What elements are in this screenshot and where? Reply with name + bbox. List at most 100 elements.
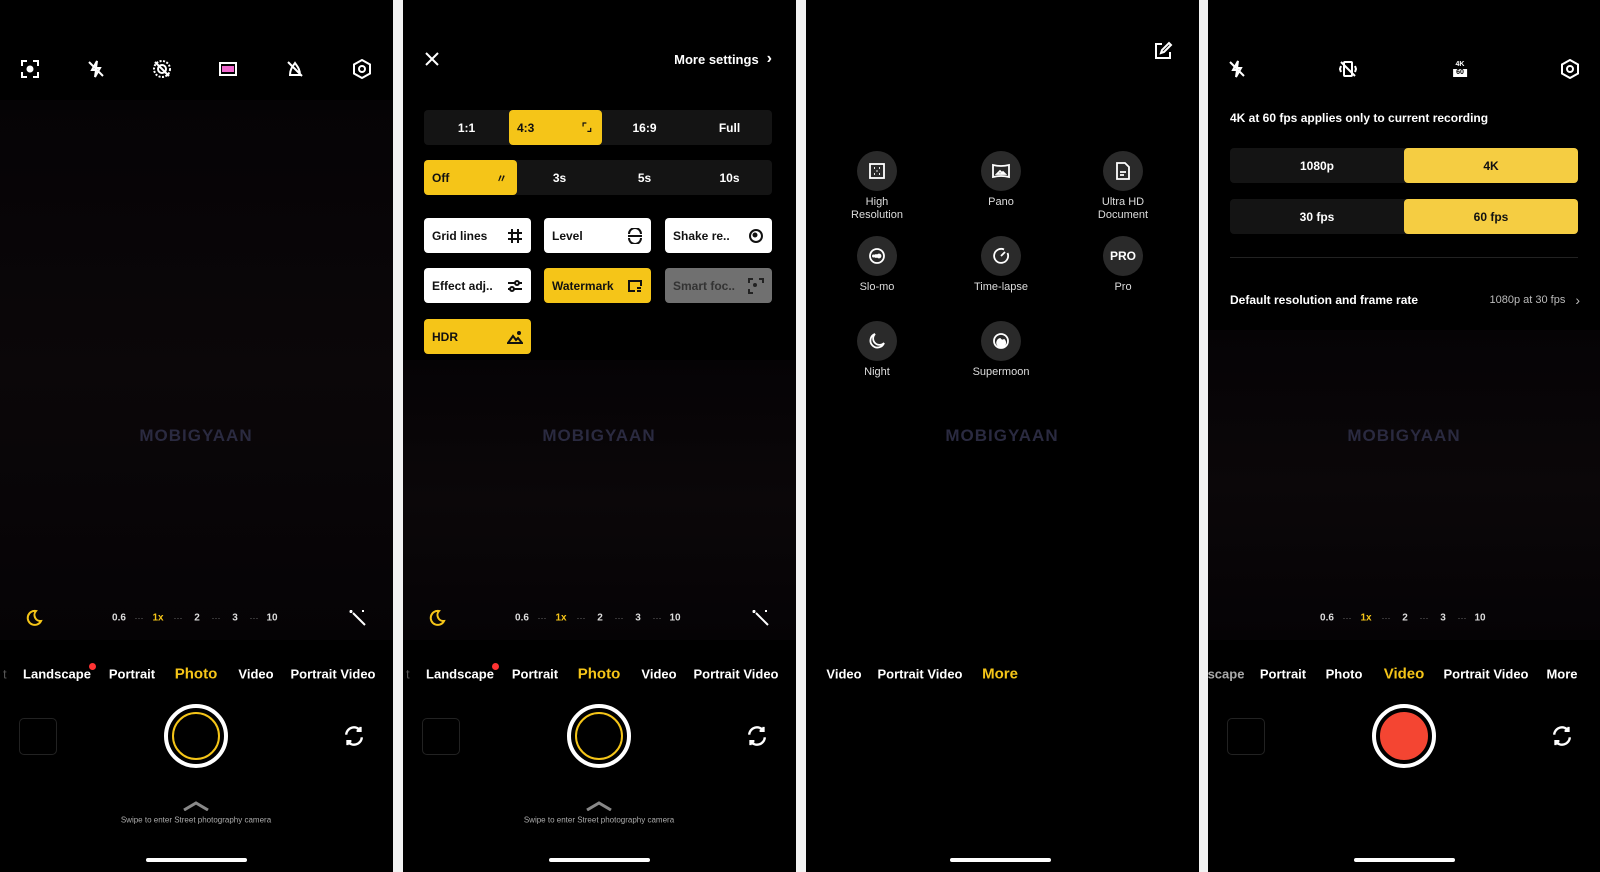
stabilization-off-icon[interactable] (1337, 58, 1359, 80)
resolution-1080p[interactable]: 1080p (1230, 148, 1404, 183)
zoom-2[interactable]: 2 (597, 613, 603, 624)
toggle-watermark[interactable]: Watermark (544, 268, 651, 303)
mode-pro[interactable]: Pro (1114, 281, 1131, 294)
fps-30[interactable]: 30 fps (1230, 199, 1404, 234)
chevron-up-icon[interactable] (585, 801, 613, 811)
gallery-thumbnail[interactable] (1227, 718, 1265, 755)
mode-video[interactable]: Video (641, 667, 676, 682)
aspect-full[interactable]: Full (687, 110, 772, 145)
toggle-smart-focus[interactable]: Smart foc.. (665, 268, 772, 303)
viewfinder[interactable] (403, 360, 796, 640)
aspect-1-1[interactable]: 1:1 (424, 110, 509, 145)
edit-icon[interactable] (1152, 40, 1174, 62)
magic-wand-icon[interactable] (750, 607, 772, 629)
mode-landscape[interactable]: Landscape (426, 667, 494, 682)
pano-icon[interactable] (981, 151, 1021, 191)
flip-camera-icon[interactable] (340, 722, 368, 750)
mode-portrait[interactable]: Portrait (109, 667, 155, 682)
mode-supermoon[interactable]: Supermoon (973, 366, 1030, 379)
zoom-1x[interactable]: 1x (152, 613, 163, 624)
ai-scene-off-icon[interactable] (284, 58, 306, 80)
mode-portrait-video[interactable]: Portrait Video (693, 667, 778, 682)
flash-off-icon[interactable] (1226, 58, 1248, 80)
mode-time-lapse[interactable]: Time-lapse (974, 281, 1028, 294)
mode-high-resolution[interactable]: High Resolution (851, 196, 903, 222)
zoom-10[interactable]: 10 (1474, 613, 1485, 624)
toggle-hdr[interactable]: HDR (424, 319, 531, 354)
mode-portrait-video[interactable]: Portrait Video (290, 667, 375, 682)
zoom-3[interactable]: 3 (1440, 613, 1446, 624)
gallery-thumbnail[interactable] (19, 718, 57, 755)
close-icon[interactable] (421, 48, 443, 70)
night-auto-icon[interactable] (426, 607, 448, 629)
document-icon[interactable] (1103, 151, 1143, 191)
chevron-up-icon[interactable] (182, 801, 210, 811)
viewfinder[interactable] (0, 100, 393, 640)
mode-photo[interactable]: Photo (1326, 667, 1363, 682)
toggle-level[interactable]: Level (544, 218, 651, 253)
record-button[interactable] (1372, 704, 1436, 768)
home-indicator[interactable] (146, 858, 247, 862)
flash-off-icon[interactable] (85, 58, 107, 80)
zoom-2[interactable]: 2 (194, 613, 200, 624)
magic-wand-icon[interactable] (347, 607, 369, 629)
night-icon[interactable] (857, 321, 897, 361)
timer-5s[interactable]: 5s (602, 160, 687, 195)
mode-portrait-video[interactable]: Portrait Video (1443, 667, 1528, 682)
night-auto-icon[interactable] (23, 607, 45, 629)
zoom-0.6[interactable]: 0.6 (112, 613, 126, 624)
time-lapse-icon[interactable] (981, 236, 1021, 276)
aspect-16-9[interactable]: 16:9 (602, 110, 687, 145)
slo-mo-icon[interactable] (857, 236, 897, 276)
zoom-10[interactable]: 10 (266, 613, 277, 624)
flip-camera-icon[interactable] (1548, 722, 1576, 750)
zoom-2[interactable]: 2 (1402, 613, 1408, 624)
mode-landscape[interactable]: Landscape (23, 667, 91, 682)
mode-portrait[interactable]: Portrait (512, 667, 558, 682)
home-indicator[interactable] (950, 858, 1051, 862)
mode-pano[interactable]: Pano (988, 196, 1014, 209)
timer-off[interactable]: Off 〃 (424, 160, 517, 195)
home-indicator[interactable] (1354, 858, 1455, 862)
timer-10s[interactable]: 10s (687, 160, 772, 195)
shutter-button[interactable] (164, 704, 228, 768)
home-indicator[interactable] (549, 858, 650, 862)
resolution-4k[interactable]: 4K (1404, 148, 1578, 183)
mode-more[interactable]: More (1546, 667, 1577, 682)
zoom-3[interactable]: 3 (635, 613, 641, 624)
zoom-0.6[interactable]: 0.6 (515, 613, 529, 624)
more-settings-link[interactable]: More settings › (674, 50, 772, 68)
zoom-10[interactable]: 10 (669, 613, 680, 624)
fps-60[interactable]: 60 fps (1404, 199, 1578, 234)
flip-camera-icon[interactable] (743, 722, 771, 750)
mode-ultra-hd-document[interactable]: Ultra HD Document (1098, 196, 1148, 222)
high-resolution-icon[interactable] (857, 151, 897, 191)
mode-video[interactable]: Video (826, 667, 861, 682)
toggle-grid-lines[interactable]: Grid lines (424, 218, 531, 253)
zoom-0.6[interactable]: 0.6 (1320, 613, 1334, 624)
viewfinder[interactable] (1208, 330, 1600, 640)
default-resolution-row[interactable]: Default resolution and frame rate 1080p … (1230, 292, 1580, 308)
settings-icon[interactable] (351, 58, 373, 80)
zoom-3[interactable]: 3 (232, 613, 238, 624)
mode-video[interactable]: Video (1384, 666, 1425, 683)
zoom-1x[interactable]: 1x (555, 613, 566, 624)
toggle-effect-adjust[interactable]: Effect adj.. (424, 268, 531, 303)
resolution-badge[interactable]: 4K 60 (1453, 61, 1467, 77)
filter-icon[interactable] (217, 58, 239, 80)
mode-portrait-video[interactable]: Portrait Video (877, 667, 962, 682)
mode-photo[interactable]: Photo (175, 666, 218, 683)
live-photo-off-icon[interactable] (151, 58, 173, 80)
mode-night[interactable]: Night (864, 366, 890, 379)
mode-portrait[interactable]: Portrait (1260, 667, 1306, 682)
mode-photo[interactable]: Photo (578, 666, 621, 683)
settings-icon[interactable] (1559, 58, 1581, 80)
toggle-shake-reduction[interactable]: Shake re.. (665, 218, 772, 253)
zoom-1x[interactable]: 1x (1360, 613, 1371, 624)
mode-slo-mo[interactable]: Slo-mo (860, 281, 895, 294)
mode-video[interactable]: Video (238, 667, 273, 682)
shutter-button[interactable] (567, 704, 631, 768)
supermoon-icon[interactable] (981, 321, 1021, 361)
focus-icon[interactable] (19, 58, 41, 80)
pro-icon[interactable]: PRO (1103, 236, 1143, 276)
